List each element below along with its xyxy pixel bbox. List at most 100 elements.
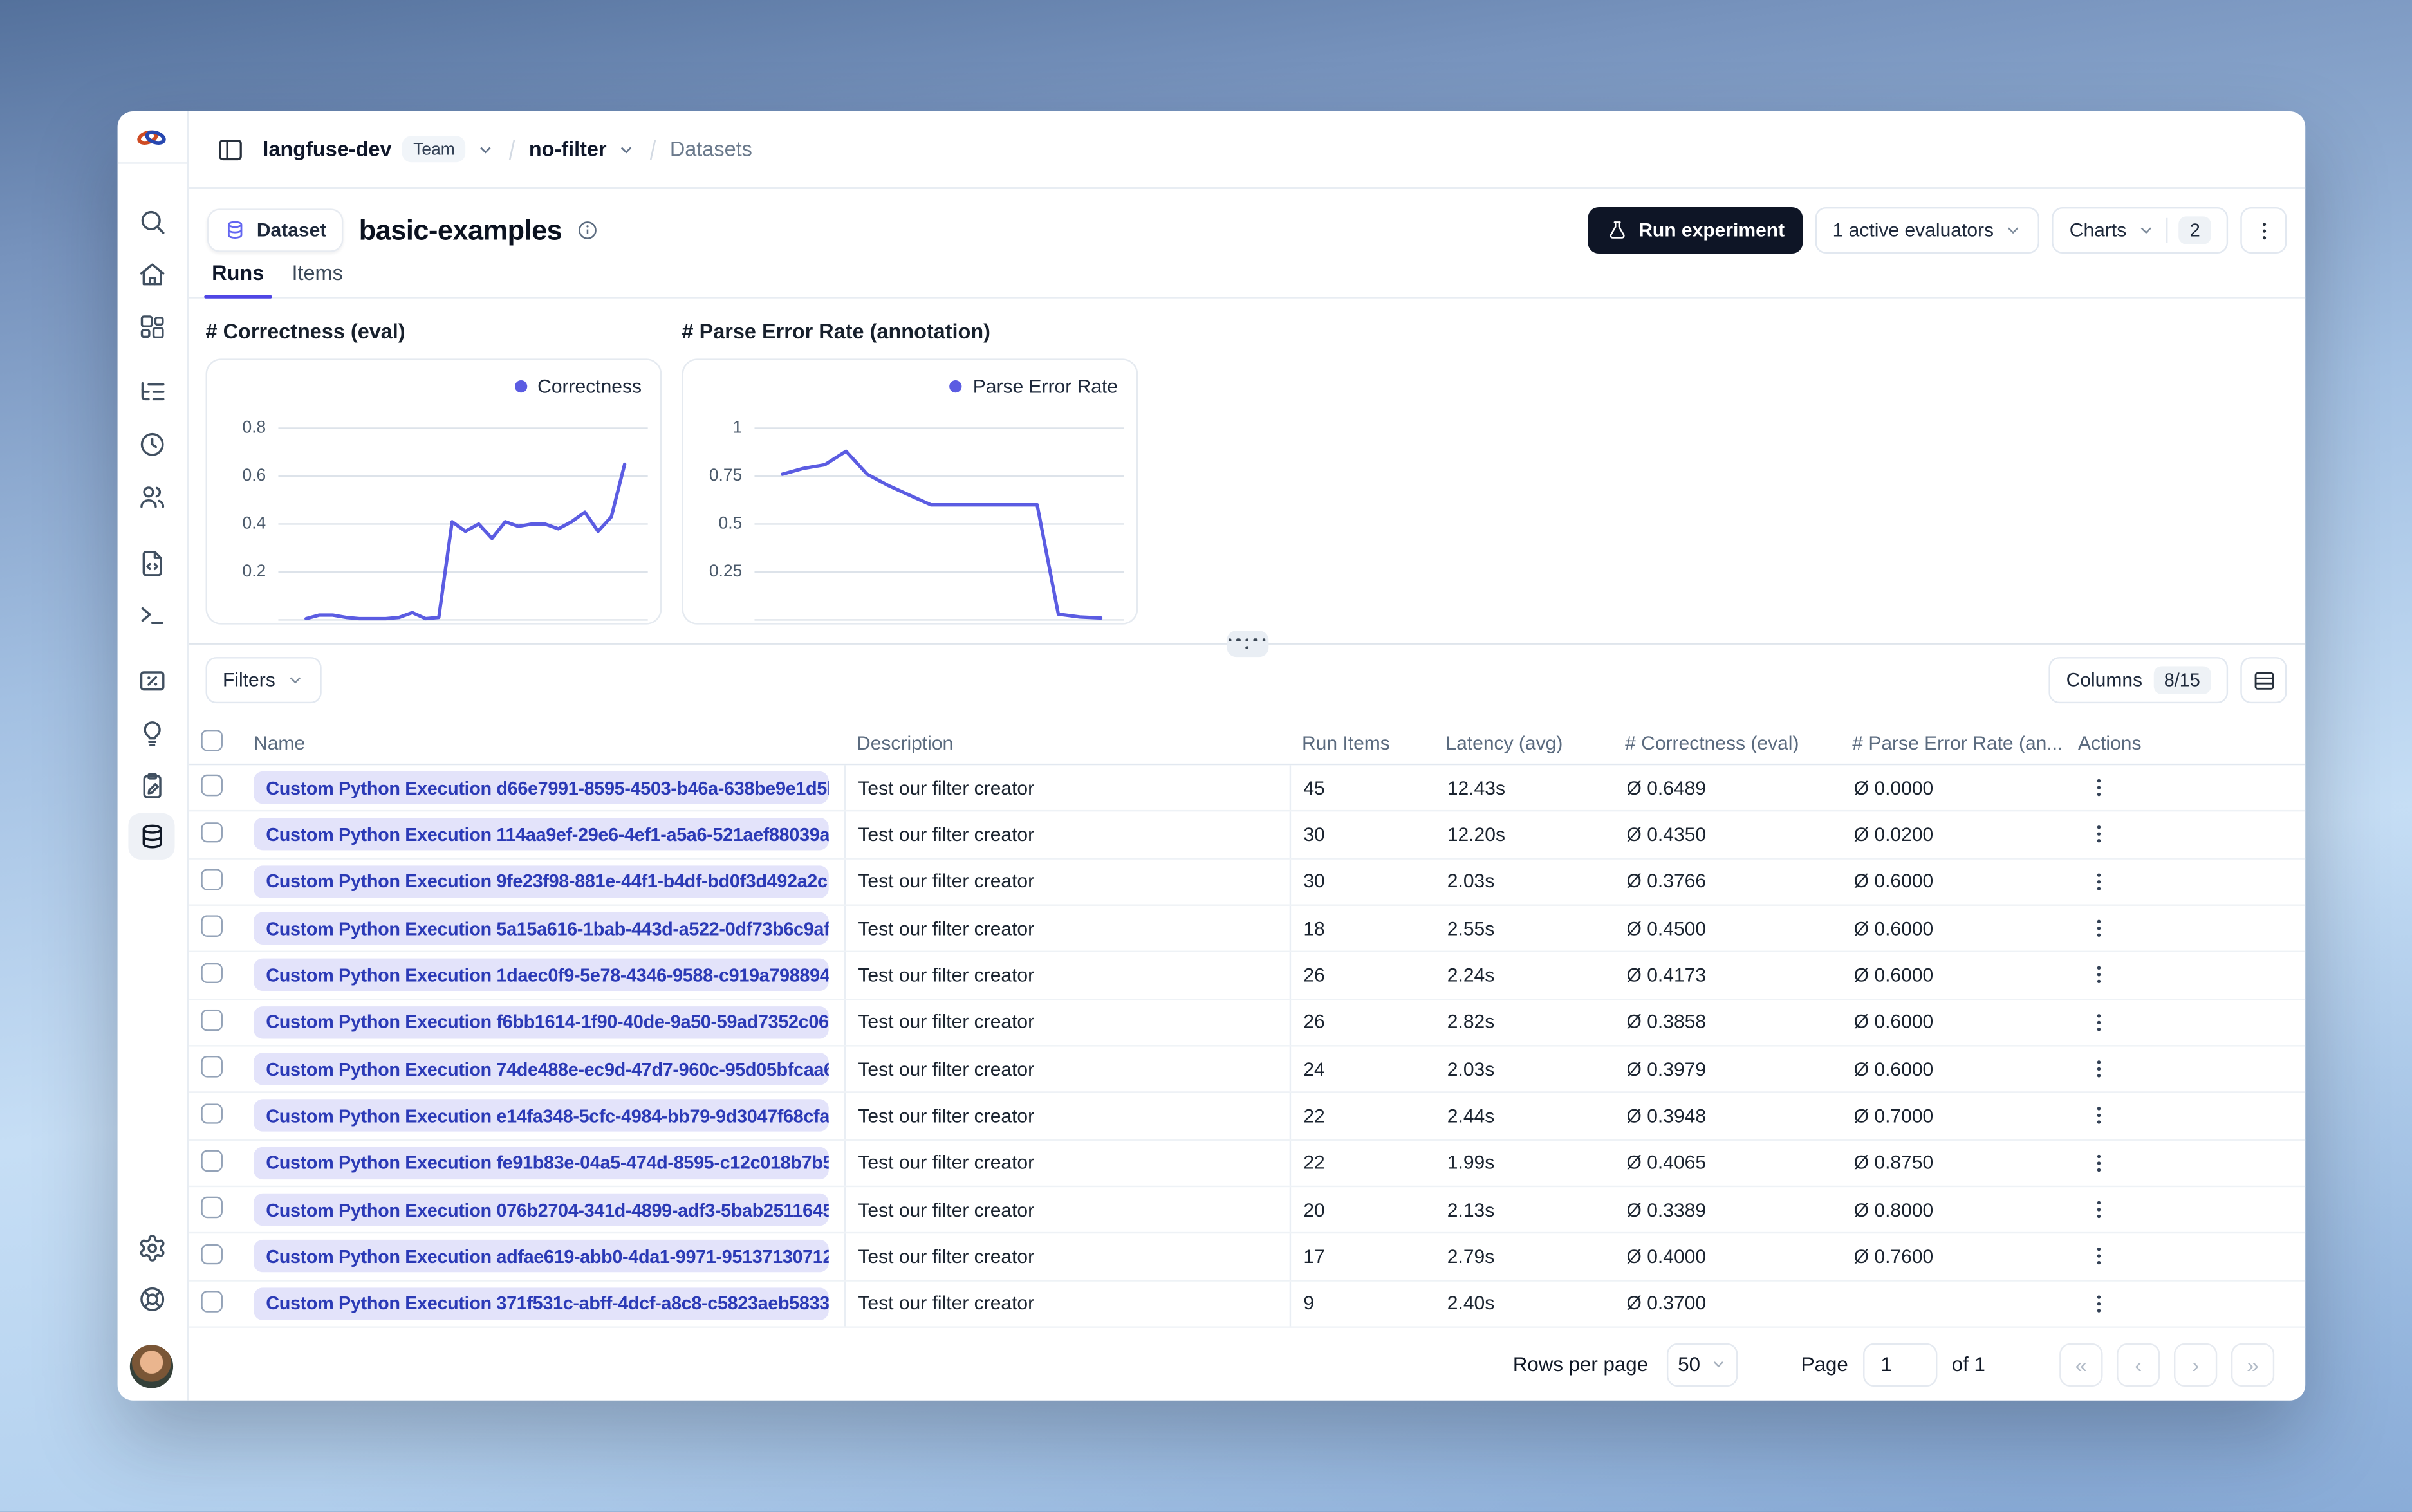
active-evaluators-button[interactable]: 1 active evaluators: [1815, 207, 2041, 254]
next-page-button[interactable]: ›: [2173, 1342, 2218, 1386]
run-items-count: 9: [1303, 1293, 1315, 1314]
row-actions-button[interactable]: [2079, 1238, 2117, 1275]
page-number-input[interactable]: [1863, 1342, 1938, 1386]
row-checkbox[interactable]: [201, 1244, 222, 1265]
row-checkbox[interactable]: [201, 1291, 222, 1312]
run-name-link[interactable]: Custom Python Execution adfae619-abb0-4d…: [254, 1240, 829, 1273]
column-header-run-items[interactable]: Run Items: [1291, 732, 1434, 754]
svg-text:0.8: 0.8: [243, 417, 266, 436]
row-height-button[interactable]: [2240, 657, 2287, 704]
column-header-description[interactable]: Description: [846, 732, 1291, 754]
page-label: Page: [1801, 1352, 1848, 1376]
run-name-link[interactable]: Custom Python Execution 5a15a616-1bab-44…: [254, 912, 829, 945]
row-checkbox[interactable]: [201, 1150, 222, 1172]
sidebar-item-support[interactable]: [128, 1275, 174, 1322]
sidebar-item-settings[interactable]: [128, 1224, 174, 1271]
row-actions-button[interactable]: [2079, 1191, 2117, 1228]
row-actions-button[interactable]: [2079, 770, 2117, 807]
info-icon[interactable]: [577, 219, 599, 241]
row-actions-button[interactable]: [2079, 1145, 2117, 1182]
breadcrumb-section[interactable]: Datasets: [670, 138, 752, 161]
clipboard-pen-icon: [137, 771, 167, 800]
sidebar-item-home[interactable]: [128, 250, 174, 297]
row-actions-button[interactable]: [2079, 1004, 2117, 1041]
run-correctness: Ø 0.4000: [1626, 1246, 1707, 1268]
resize-grip-handle[interactable]: [1226, 631, 1268, 658]
sidebar-item-datasets[interactable]: [128, 813, 175, 860]
select-all-checkbox[interactable]: [201, 730, 222, 751]
table-row: Custom Python Execution 74de488e-ec9d-47…: [189, 1046, 2306, 1094]
run-correctness: Ø 0.3766: [1626, 871, 1707, 893]
table-row: Custom Python Execution 076b2704-341d-48…: [189, 1187, 2306, 1234]
sidebar-item-playground[interactable]: [128, 591, 174, 637]
run-name-link[interactable]: Custom Python Execution 9fe23f98-881e-44…: [254, 865, 829, 898]
row-checkbox[interactable]: [201, 1103, 222, 1125]
run-name-link[interactable]: Custom Python Execution e14fa348-5cfc-49…: [254, 1100, 829, 1132]
sidebar-item-llm-judge[interactable]: [128, 710, 174, 756]
row-actions-button[interactable]: [2079, 910, 2117, 947]
sidebar-item-sessions[interactable]: [128, 420, 174, 466]
run-name-link[interactable]: Custom Python Execution 74de488e-ec9d-47…: [254, 1053, 829, 1085]
evaluators-label: 1 active evaluators: [1832, 219, 1994, 241]
charts-toggle-button[interactable]: Charts 2: [2052, 207, 2229, 254]
row-checkbox[interactable]: [201, 1009, 222, 1031]
tab-items[interactable]: Items: [292, 261, 342, 297]
row-actions-button[interactable]: [2079, 957, 2117, 994]
previous-page-button[interactable]: ‹: [2117, 1342, 2160, 1386]
run-name-link[interactable]: Custom Python Execution d66e7991-8595-45…: [254, 771, 829, 804]
row-checkbox[interactable]: [201, 916, 222, 937]
svg-text:0.25: 0.25: [709, 561, 742, 580]
run-parse-error: Ø 0.0000: [1853, 777, 1934, 799]
content-area: langfuse-dev Team / no-filter / Datasets: [189, 111, 2306, 1401]
run-items-count: 20: [1303, 1199, 1325, 1221]
sidebar-item-annotation[interactable]: [128, 762, 174, 808]
column-header-correctness[interactable]: # Correctness (eval): [1614, 732, 1841, 754]
row-checkbox[interactable]: [201, 869, 222, 890]
user-avatar[interactable]: [129, 1345, 174, 1388]
correctness-chart-card: 0.8 0.6 0.4 0.2 Correctness: [205, 358, 662, 625]
row-actions-button[interactable]: [2079, 863, 2117, 900]
last-page-button[interactable]: »: [2231, 1342, 2275, 1386]
run-name-link[interactable]: Custom Python Execution 371f531c-abff-4d…: [254, 1287, 829, 1320]
sidebar-item-tracing[interactable]: [128, 368, 174, 414]
row-checkbox[interactable]: [201, 1056, 222, 1078]
sidebar-item-dashboards[interactable]: [128, 303, 174, 349]
run-latency: 12.20s: [1447, 824, 1505, 846]
sidebar-item-search[interactable]: [128, 198, 174, 244]
row-checkbox[interactable]: [201, 822, 222, 843]
run-name-link[interactable]: Custom Python Execution fe91b83e-04a5-47…: [254, 1147, 829, 1179]
row-actions-button[interactable]: [2079, 1285, 2117, 1322]
sidebar-item-scores[interactable]: [128, 657, 174, 703]
run-experiment-button[interactable]: Run experiment: [1587, 207, 1803, 254]
rows-icon: [2252, 668, 2275, 692]
first-page-button[interactable]: «: [2059, 1342, 2103, 1386]
run-name-link[interactable]: Custom Python Execution 114aa9ef-29e6-4e…: [254, 818, 829, 851]
sidebar-item-users[interactable]: [128, 473, 174, 519]
column-header-name[interactable]: Name: [243, 732, 846, 754]
svg-text:0.5: 0.5: [719, 513, 743, 532]
row-checkbox[interactable]: [201, 775, 222, 797]
column-header-latency[interactable]: Latency (avg): [1435, 732, 1615, 754]
more-actions-button[interactable]: [2240, 207, 2287, 254]
tab-runs[interactable]: Runs: [204, 261, 272, 299]
run-name-link[interactable]: Custom Python Execution 076b2704-341d-48…: [254, 1194, 829, 1226]
run-name-link[interactable]: Custom Python Execution 1daec0f9-5e78-43…: [254, 959, 829, 992]
run-correctness: Ø 0.4350: [1626, 824, 1707, 846]
rows-per-page-select[interactable]: 50: [1666, 1342, 1738, 1386]
list-tree-icon: [137, 376, 167, 406]
run-latency: 1.99s: [1447, 1152, 1495, 1174]
breadcrumb-org-selector[interactable]: langfuse-dev Team: [263, 136, 495, 163]
filters-button[interactable]: Filters: [205, 657, 322, 704]
run-name-link[interactable]: Custom Python Execution f6bb1614-1f90-40…: [254, 1006, 829, 1039]
correctness-chart-block: # Correctness (eval) 0.8 0.6 0.4 0.2 Correc…: [205, 321, 662, 625]
sidebar-item-prompts[interactable]: [128, 539, 174, 585]
sidebar-toggle-icon[interactable]: [216, 135, 244, 163]
row-checkbox[interactable]: [201, 1197, 222, 1218]
row-actions-button[interactable]: [2079, 1098, 2117, 1135]
row-checkbox[interactable]: [201, 963, 222, 984]
columns-button[interactable]: Columns 8/15: [2049, 657, 2229, 704]
row-actions-button[interactable]: [2079, 1051, 2117, 1088]
breadcrumb-project-selector[interactable]: no-filter: [529, 138, 636, 161]
column-header-parse-error[interactable]: # Parse Error Rate (an...: [1841, 732, 2067, 754]
row-actions-button[interactable]: [2079, 816, 2117, 854]
